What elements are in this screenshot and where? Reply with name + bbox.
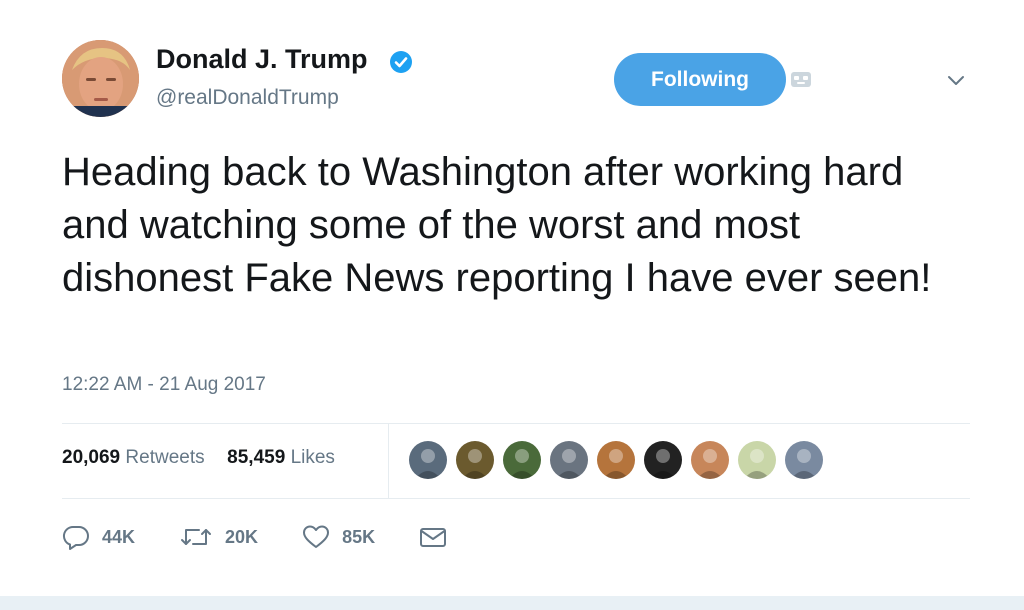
author-avatar[interactable]: [62, 40, 139, 117]
heart-icon: [303, 525, 330, 548]
envelope-icon: [420, 528, 447, 547]
divider-bottom: [62, 498, 970, 499]
stats-separator: [388, 424, 389, 498]
page-bottom-bar: [0, 596, 1024, 610]
retweet-icon: [181, 529, 212, 545]
liker-avatar-7[interactable]: [691, 441, 729, 479]
author-display-name[interactable]: Donald J. Trump: [156, 44, 368, 75]
tweet-card: Donald J. Trump @realDonaldTrump Followi…: [0, 0, 1024, 610]
following-button[interactable]: Following: [614, 53, 786, 106]
reply-count: 44K: [102, 526, 136, 547]
verified-badge-icon: [390, 51, 412, 73]
liker-avatar-9[interactable]: [785, 441, 823, 479]
author-handle[interactable]: @realDonaldTrump: [156, 86, 339, 110]
liker-avatar-4[interactable]: [550, 441, 588, 479]
retweets-label[interactable]: Retweets: [125, 447, 204, 468]
engagement-stats: 20,069 Retweets 85,459 Likes: [62, 447, 335, 469]
tweet-timestamp[interactable]: 12:22 AM - 21 Aug 2017: [62, 374, 266, 396]
like-button[interactable]: 85K: [302, 524, 375, 550]
liker-avatar-8[interactable]: [738, 441, 776, 479]
liker-avatars: [409, 441, 823, 479]
liker-avatar-5[interactable]: [597, 441, 635, 479]
reply-icon: [62, 525, 89, 550]
divider-top: [62, 423, 970, 424]
liker-avatar-1[interactable]: [409, 441, 447, 479]
retweet-count: 20K: [225, 526, 259, 547]
robot-notification-icon[interactable]: [790, 70, 812, 88]
direct-message-button[interactable]: [419, 525, 459, 549]
chevron-down-icon[interactable]: [944, 70, 968, 90]
reply-button[interactable]: 44K: [62, 524, 135, 550]
retweets-count[interactable]: 20,069: [62, 447, 120, 468]
like-count: 85K: [342, 526, 376, 547]
tweet-text: Heading back to Washington after working…: [62, 150, 932, 300]
liker-avatar-2[interactable]: [456, 441, 494, 479]
liker-avatar-3[interactable]: [503, 441, 541, 479]
likes-count[interactable]: 85,459: [227, 447, 285, 468]
liker-avatar-6[interactable]: [644, 441, 682, 479]
retweet-button[interactable]: 20K: [179, 524, 258, 550]
tweet-actions: 44K 20K 85K: [62, 522, 503, 552]
likes-label[interactable]: Likes: [291, 447, 335, 468]
